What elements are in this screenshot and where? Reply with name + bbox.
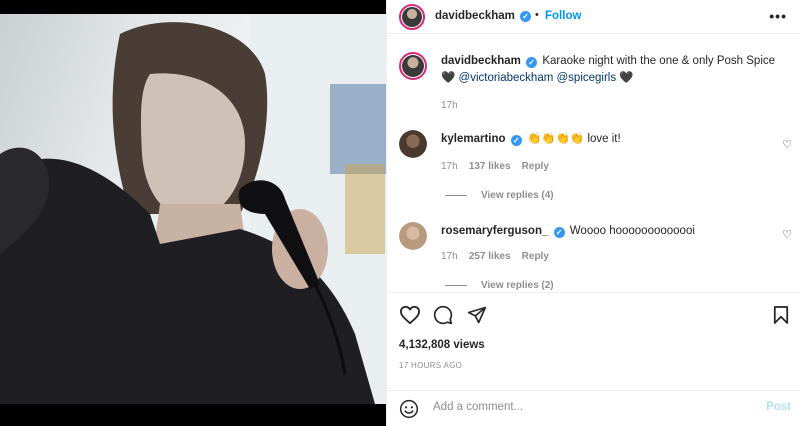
video-frame[interactable]: [0, 14, 386, 404]
comment-text: kylemartino ✓ 👏👏👏👏 love it!: [441, 131, 771, 148]
heart-outline-icon[interactable]: [399, 305, 421, 325]
view-count[interactable]: 4,132,808 views: [399, 339, 485, 351]
mention-victoriabeckham[interactable]: @victoriabeckham: [459, 72, 554, 84]
comment-body: 👏👏👏👏 love it!: [526, 133, 621, 145]
comment-time[interactable]: 17h: [441, 161, 458, 172]
avatar-image: [402, 7, 422, 27]
post-comment-button[interactable]: Post: [766, 401, 791, 413]
bookmark-icon[interactable]: [773, 305, 789, 325]
reply-divider: [445, 284, 467, 286]
avatar-image: [399, 130, 427, 158]
comment-meta: 17h 257 likes Reply: [441, 251, 549, 262]
avatar-image: [402, 55, 424, 77]
caption-avatar[interactable]: [399, 52, 427, 80]
commenter-avatar[interactable]: [399, 130, 427, 158]
verified-badge-icon: ✓: [510, 135, 522, 146]
view-replies-label: View replies (2): [481, 280, 554, 291]
comment-body: Woooo hooooooooooooi: [569, 225, 695, 237]
caption-time[interactable]: 17h: [441, 100, 458, 111]
paper-plane-icon[interactable]: [467, 305, 487, 325]
comment-time[interactable]: 17h: [441, 251, 458, 262]
action-bar: 4,132,808 views 17 HOURS AGO Add a comme…: [387, 292, 800, 426]
follow-button[interactable]: Follow: [545, 10, 581, 22]
comment-like-icon[interactable]: ♡: [782, 138, 792, 151]
black-heart-emoji: 🖤: [441, 72, 456, 84]
view-replies-label: View replies (4): [481, 190, 554, 201]
view-replies-button[interactable]: View replies (2): [445, 280, 554, 291]
post-media[interactable]: [0, 0, 386, 426]
add-comment-bar: Add a comment... Post: [387, 390, 800, 426]
post-panel: davidbeckham ✓ • Follow ••• davidbeckham…: [386, 0, 800, 426]
avatar-image: [399, 222, 427, 250]
comment-username[interactable]: rosemaryferguson_: [441, 225, 548, 237]
comment-likes[interactable]: 257 likes: [469, 251, 511, 262]
comment-username[interactable]: kylemartino: [441, 133, 506, 145]
verified-badge-icon: ✓: [553, 227, 565, 238]
author-username[interactable]: davidbeckham: [435, 10, 515, 22]
caption-username[interactable]: davidbeckham: [441, 55, 521, 67]
speech-bubble-icon[interactable]: [433, 305, 453, 325]
verified-badge-icon: ✓: [526, 57, 538, 68]
view-replies-button[interactable]: View replies (4): [445, 190, 554, 201]
reply-divider: [445, 194, 467, 196]
separator-dot: •: [535, 9, 539, 21]
verified-badge-icon: ✓: [520, 11, 531, 22]
post-timestamp[interactable]: 17 HOURS AGO: [399, 361, 462, 370]
comment-meta: 17h 137 likes Reply: [441, 161, 549, 172]
video-still: [0, 14, 386, 404]
caption-text: davidbeckham ✓ Karaoke night with the on…: [441, 53, 791, 87]
mention-spicegirls[interactable]: @spicegirls: [557, 72, 617, 84]
commenter-avatar[interactable]: [399, 222, 427, 250]
more-options-icon[interactable]: •••: [769, 8, 787, 24]
comment-like-icon[interactable]: ♡: [782, 228, 792, 241]
comment-text: rosemaryferguson_ ✓ Woooo hooooooooooooi: [441, 223, 771, 240]
author-avatar[interactable]: [399, 4, 425, 30]
black-heart-emoji: 🖤: [619, 72, 634, 84]
comment-likes[interactable]: 137 likes: [469, 161, 511, 172]
reply-button[interactable]: Reply: [522, 161, 549, 172]
caption-body: Karaoke night with the one & only Posh S…: [542, 55, 776, 67]
comment-input[interactable]: Add a comment...: [433, 401, 523, 413]
reply-button[interactable]: Reply: [522, 251, 549, 262]
smiley-icon[interactable]: [399, 399, 419, 419]
post-header: davidbeckham ✓ • Follow •••: [387, 0, 800, 34]
